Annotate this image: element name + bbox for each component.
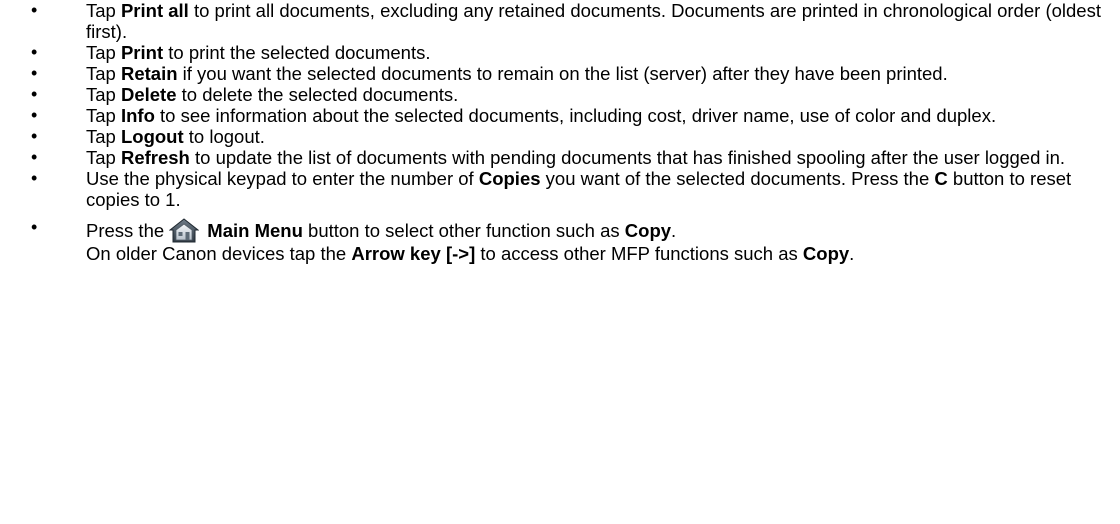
list-item-info: • Tap Info to see information about the … <box>31 105 997 126</box>
term-c-button: C <box>934 168 948 189</box>
list-item-print: • Tap Print to print the selected docume… <box>31 42 431 63</box>
list-item-refresh: • Tap Refresh to update the list of docu… <box>31 147 1066 168</box>
list-item-retain: • Tap Retain if you want the selected do… <box>31 63 948 84</box>
term-info: Info <box>120 105 155 126</box>
list-item-delete: • Tap Delete to delete the selected docu… <box>31 84 459 105</box>
home-icon <box>168 217 200 243</box>
term-print: Print <box>120 42 164 63</box>
bullet: • <box>31 126 38 146</box>
bullet: • <box>31 217 38 237</box>
term-main-menu: Main Menu <box>207 220 303 241</box>
list-item-copies: • Use the physical keypad to enter the n… <box>31 168 1072 210</box>
bullet: • <box>31 168 38 188</box>
term-copies: Copies <box>478 168 541 189</box>
list-item-main-menu: • Press the Main Menu button to select o… <box>0 217 1120 264</box>
bullet: • <box>31 147 38 167</box>
term-print-all: Print all <box>120 0 189 21</box>
bullet: • <box>31 105 38 125</box>
bullet: • <box>31 0 38 20</box>
term-retain: Retain <box>120 63 178 84</box>
term-delete: Delete <box>120 84 177 105</box>
term-copy: Copy <box>624 220 672 241</box>
term-arrow-key: Arrow key [->] <box>351 243 476 264</box>
term-copy-2: Copy <box>802 243 850 264</box>
term-logout: Logout <box>120 126 184 147</box>
older-devices-note: On older Canon devices tap the Arrow key… <box>86 243 855 264</box>
bullet: • <box>31 63 38 83</box>
list-item-print-all: • Tap Print all to print all documents, … <box>31 0 1101 42</box>
list-item-logout: • Tap Logout to logout. <box>31 126 265 147</box>
bullet: • <box>31 84 38 104</box>
bullet: • <box>31 42 38 62</box>
term-refresh: Refresh <box>120 147 190 168</box>
instruction-list: • Tap Print all to print all documents, … <box>0 0 1120 264</box>
